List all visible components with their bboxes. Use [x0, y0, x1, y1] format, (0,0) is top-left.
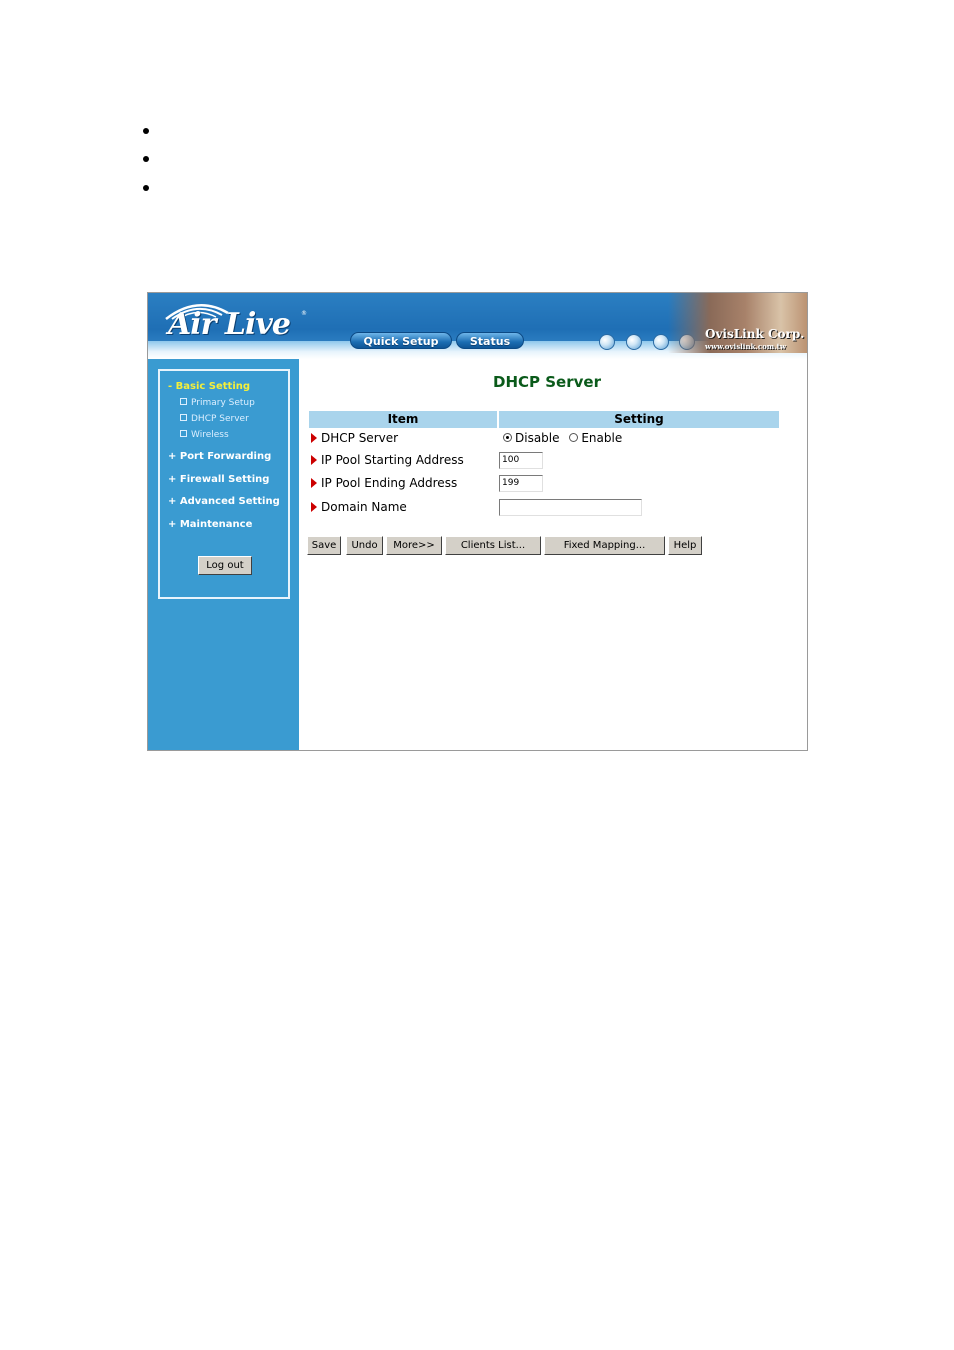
- airlive-logo: Air Live: [168, 307, 291, 342]
- quick-setup-button[interactable]: Quick Setup: [350, 332, 452, 349]
- sidebar-item-label: Wireless: [191, 430, 229, 440]
- sidebar-item-wireless[interactable]: Wireless: [180, 430, 229, 440]
- column-header-item: Item: [309, 411, 497, 428]
- globe-icon[interactable]: [626, 334, 642, 350]
- sidebar-item-firewall-setting[interactable]: + Firewall Setting: [168, 474, 269, 485]
- square-bullet-icon: [180, 414, 187, 421]
- row-label-text: DHCP Server: [321, 431, 399, 445]
- dhcp-server-options: Disable Enable: [503, 431, 622, 445]
- radio-enable-label: Enable: [581, 431, 623, 445]
- status-button[interactable]: Status: [456, 332, 524, 349]
- menu-box: - Basic Setting Primary Setup DHCP Serve…: [158, 369, 290, 599]
- sidebar-item-label: DHCP Server: [191, 414, 249, 424]
- help-button[interactable]: Help: [668, 536, 702, 555]
- pool-start-label: IP Pool Starting Address: [311, 453, 464, 467]
- red-arrow-icon: [311, 454, 317, 465]
- clients-list-button[interactable]: Clients List...: [445, 536, 541, 555]
- main-content: DHCP Server Item Setting DHCP Server Dis…: [299, 359, 807, 750]
- corp-url: www.ovislink.com.tw: [705, 342, 786, 351]
- square-bullet-icon: [180, 430, 187, 437]
- sidebar-item-maintenance[interactable]: + Maintenance: [168, 519, 252, 530]
- domain-name-input[interactable]: [499, 499, 642, 516]
- pool-end-label: IP Pool Ending Address: [311, 476, 457, 490]
- globe-icon[interactable]: [653, 334, 669, 350]
- document-bullet: [143, 185, 149, 191]
- red-arrow-icon: [311, 477, 317, 488]
- red-arrow-icon: [311, 432, 317, 443]
- radio-disable-label: Disable: [515, 431, 560, 445]
- fixed-mapping-button[interactable]: Fixed Mapping...: [544, 536, 665, 555]
- pool-start-input[interactable]: 100: [499, 452, 543, 469]
- logout-button[interactable]: Log out: [198, 556, 252, 575]
- more-button[interactable]: More>>: [386, 536, 442, 555]
- sidebar-item-label: Primary Setup: [191, 398, 255, 408]
- sidebar-item-primary-setup[interactable]: Primary Setup: [180, 398, 255, 408]
- radio-unchecked-icon[interactable]: [569, 433, 579, 442]
- document-bullet: [143, 128, 149, 134]
- sidebar-item-port-forwarding[interactable]: + Port Forwarding: [168, 451, 271, 462]
- undo-button[interactable]: Undo: [346, 536, 383, 555]
- sidebar: - Basic Setting Primary Setup DHCP Serve…: [148, 359, 299, 750]
- radio-enable[interactable]: Enable: [569, 431, 622, 445]
- column-header-setting: Setting: [499, 411, 779, 428]
- pool-end-input[interactable]: 199: [499, 475, 543, 492]
- domain-name-label: Domain Name: [311, 500, 407, 514]
- sidebar-item-advanced-setting[interactable]: + Advanced Setting: [168, 496, 280, 507]
- globe-icon[interactable]: [599, 334, 615, 350]
- square-bullet-icon: [180, 398, 187, 405]
- page-title: DHCP Server: [493, 373, 601, 391]
- row-label-text: IP Pool Ending Address: [321, 476, 458, 490]
- sidebar-item-dhcp-server[interactable]: DHCP Server: [180, 414, 249, 424]
- row-label-text: Domain Name: [321, 500, 407, 514]
- corp-name: OvisLink Corp.: [705, 327, 805, 341]
- radio-disable[interactable]: Disable: [503, 431, 560, 445]
- save-button[interactable]: Save: [307, 536, 341, 555]
- header-banner: Air Live ® Quick Setup Status OvisLink C…: [148, 293, 807, 359]
- row-label-text: IP Pool Starting Address: [321, 453, 464, 467]
- dhcp-server-label: DHCP Server: [311, 431, 398, 445]
- router-admin-window: Air Live ® Quick Setup Status OvisLink C…: [147, 292, 808, 751]
- radio-checked-icon[interactable]: [503, 433, 512, 442]
- red-arrow-icon: [311, 501, 317, 512]
- registered-mark: ®: [301, 310, 307, 317]
- document-bullet: [143, 156, 149, 162]
- sidebar-item-basic-setting[interactable]: - Basic Setting: [168, 381, 250, 392]
